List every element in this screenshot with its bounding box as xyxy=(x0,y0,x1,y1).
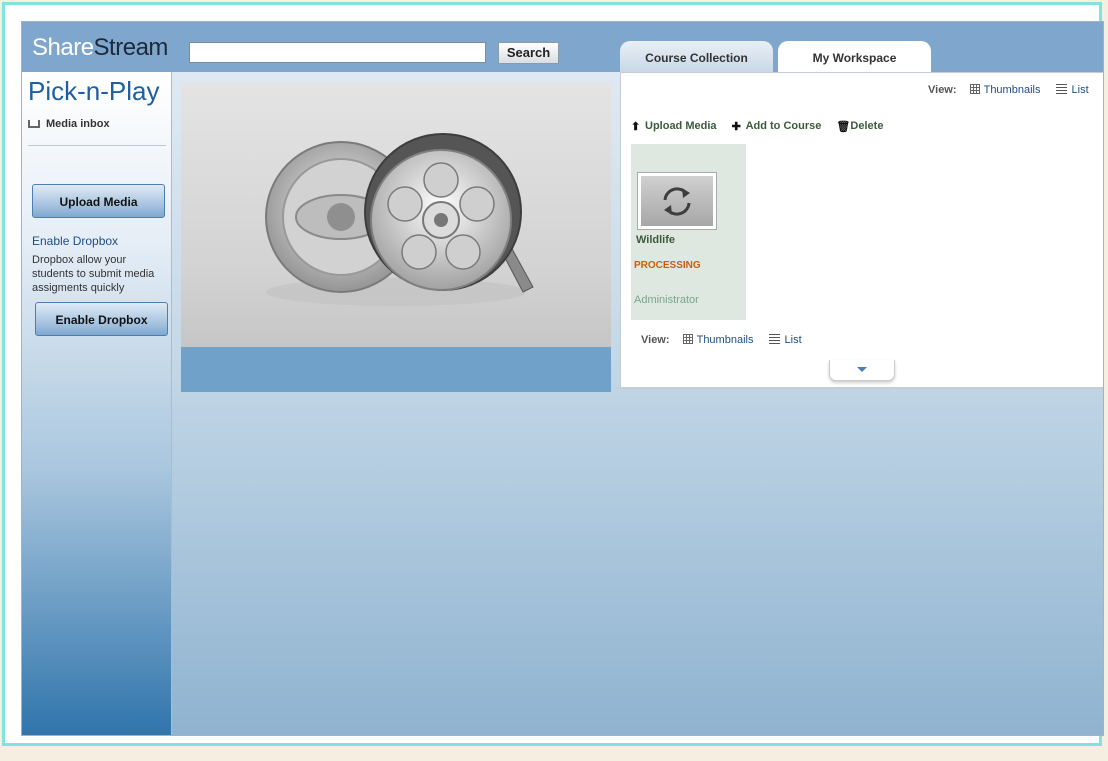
media-placeholder-image xyxy=(181,82,611,347)
header-bar: ShareStream Search Course Collection My … xyxy=(22,22,1103,72)
speaker-film-reel-icon xyxy=(265,133,534,306)
search-input[interactable] xyxy=(189,42,486,63)
plus-icon: ✚ xyxy=(731,121,741,133)
expand-panel-toggle[interactable] xyxy=(829,360,895,381)
thumbnail-image xyxy=(641,176,713,226)
chevron-down-icon xyxy=(857,367,867,372)
list-label: List xyxy=(784,334,802,346)
logo-share: Share xyxy=(32,34,94,61)
sharestream-logo: ShareStream xyxy=(32,34,168,62)
media-title[interactable]: Wildlife xyxy=(636,234,675,246)
tab-my-workspace[interactable]: My Workspace xyxy=(778,41,931,72)
media-inbox-label: Media inbox xyxy=(46,118,110,130)
thumbnails-label: Thumbnails xyxy=(696,334,754,346)
upload-media-label: Upload Media xyxy=(645,120,717,132)
add-to-course-action[interactable]: ✚ Add to Course xyxy=(731,120,822,133)
inbox-icon xyxy=(28,120,40,129)
grid-icon xyxy=(969,84,980,94)
dropbox-description: Dropbox allow your students to submit me… xyxy=(32,254,155,294)
view-label: View: xyxy=(641,334,670,346)
view-list-option[interactable]: List xyxy=(1055,84,1089,96)
thumbnails-label: Thumbnails xyxy=(983,84,1041,96)
media-item-card[interactable]: Wildlife PROCESSING Administrator xyxy=(631,144,746,320)
add-to-course-label: Add to Course xyxy=(745,120,822,132)
page-title: Pick-n-Play xyxy=(28,76,160,106)
sidebar-item-media-inbox[interactable]: Media inbox xyxy=(28,118,110,130)
media-preview xyxy=(181,82,611,392)
enable-dropbox-button[interactable]: Enable Dropbox xyxy=(35,302,168,336)
media-thumbnail[interactable] xyxy=(637,172,717,230)
view-thumbnails-option[interactable]: Thumbnails xyxy=(682,334,754,346)
delete-action[interactable]: 🗑Delete xyxy=(836,120,884,133)
sharestream-app: ShareStream Search Course Collection My … xyxy=(21,21,1104,736)
window-frame: ShareStream Search Course Collection My … xyxy=(2,2,1104,746)
grid-icon xyxy=(682,334,693,344)
workspace-panel: View: Thumbnails List ⬆ Upload Media ✚ Add… xyxy=(620,72,1103,388)
media-owner: Administrator xyxy=(634,294,699,306)
logo-stream: Stream xyxy=(93,34,169,61)
refresh-icon xyxy=(663,187,691,216)
divider xyxy=(620,388,1103,389)
search-button[interactable]: Search xyxy=(498,42,559,64)
upload-icon: ⬆ xyxy=(631,121,641,133)
view-toggle-bottom: View: Thumbnails List xyxy=(641,334,814,346)
upload-media-button[interactable]: Upload Media xyxy=(32,184,165,218)
enable-dropbox-link[interactable]: Enable Dropbox xyxy=(32,234,118,248)
list-label: List xyxy=(1071,84,1089,96)
status-badge: PROCESSING xyxy=(634,260,701,271)
view-toggle-top: View: Thumbnails List xyxy=(928,84,1101,96)
divider xyxy=(28,145,166,146)
tab-course-collection[interactable]: Course Collection xyxy=(620,41,773,72)
list-icon xyxy=(1055,84,1067,94)
view-list-option[interactable]: List xyxy=(768,334,802,346)
view-thumbnails-option[interactable]: Thumbnails xyxy=(969,84,1041,96)
sidebar: Pick-n-Play Media inbox Upload Media Ena… xyxy=(22,72,172,735)
view-label: View: xyxy=(928,84,957,96)
delete-label: Delete xyxy=(850,120,884,132)
trash-icon: 🗑 xyxy=(836,121,851,133)
upload-media-action[interactable]: ⬆ Upload Media xyxy=(631,120,717,133)
workspace-actions: ⬆ Upload Media ✚ Add to Course 🗑Delete xyxy=(631,120,895,133)
list-icon xyxy=(768,334,780,344)
